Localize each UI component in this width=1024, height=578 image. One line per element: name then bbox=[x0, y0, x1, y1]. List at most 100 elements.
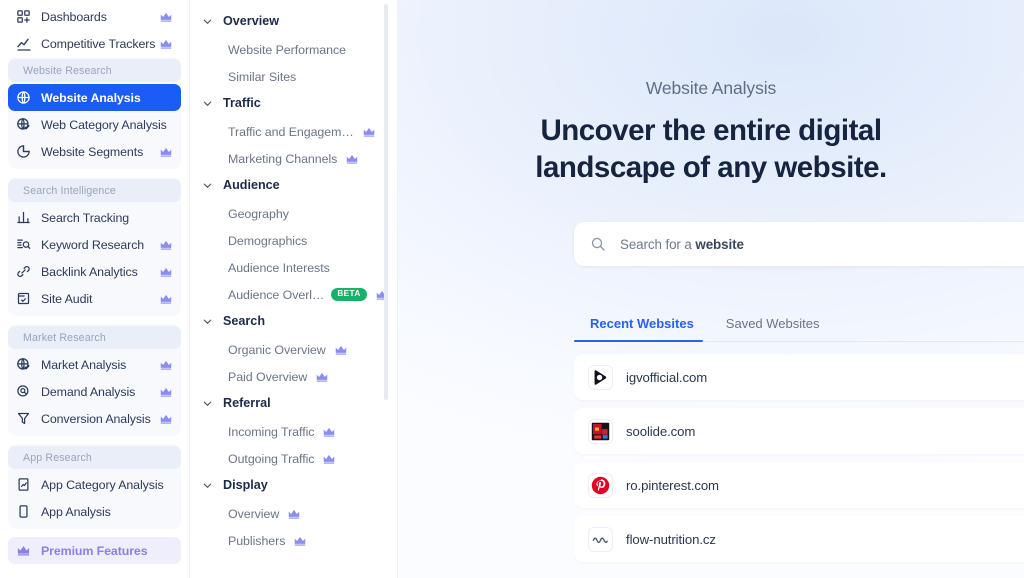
subnav-section-search[interactable]: Search bbox=[190, 308, 398, 334]
secondary-nav-scrollbar[interactable] bbox=[384, 4, 388, 400]
magnifier-circle-icon bbox=[15, 383, 32, 400]
crown-icon bbox=[322, 452, 336, 466]
tab-saved-websites[interactable]: Saved Websites bbox=[710, 316, 836, 342]
globe-check-icon bbox=[15, 116, 32, 133]
primary-sidebar: Dashboards Competitive Trackers Website … bbox=[0, 0, 190, 578]
subnav-section-display[interactable]: Display bbox=[190, 472, 398, 498]
subnav-item-label: Demographics bbox=[228, 233, 308, 248]
sidebar-group-title: Market Research bbox=[8, 326, 181, 349]
recent-websites-list: igvofficial.com soolide.com ro.pinterest… bbox=[398, 342, 1024, 563]
crown-icon bbox=[159, 265, 173, 279]
sidebar-item-website-analysis[interactable]: Website Analysis bbox=[8, 84, 181, 111]
subnav-item-audience-interests[interactable]: Audience Interests bbox=[190, 254, 398, 281]
crown-icon bbox=[159, 238, 173, 252]
sidebar-group-website-research: Website Research Website Analysis Web Ca… bbox=[8, 57, 181, 169]
sidebar-item-website-segments[interactable]: Website Segments bbox=[8, 138, 181, 165]
crown-icon bbox=[159, 412, 173, 426]
subnav-item-paid-overview[interactable]: Paid Overview bbox=[190, 363, 398, 390]
subnav-item-outgoing-traffic[interactable]: Outgoing Traffic bbox=[190, 445, 398, 472]
sidebar-item-label: Premium Features bbox=[41, 543, 148, 558]
subnav-item-website-performance[interactable]: Website Performance bbox=[190, 36, 398, 63]
play-triangle-icon bbox=[588, 364, 613, 390]
subnav-section-referral[interactable]: Referral bbox=[190, 390, 398, 416]
search-icon bbox=[590, 236, 607, 253]
list-item[interactable]: flow-nutrition.cz bbox=[574, 516, 1024, 563]
search-placeholder-strong: website bbox=[695, 236, 744, 252]
sidebar-item-label: Competitive Trackers bbox=[41, 36, 156, 51]
subnav-section-overview[interactable]: Overview bbox=[190, 8, 398, 34]
crown-icon bbox=[159, 37, 173, 51]
crown-icon bbox=[345, 152, 359, 166]
sidebar-item-keyword-research[interactable]: Keyword Research bbox=[8, 231, 181, 258]
sidebar-item-label: App Analysis bbox=[41, 504, 111, 519]
sidebar-item-app-analysis[interactable]: App Analysis bbox=[8, 498, 181, 525]
subnav-item-label: Publishers bbox=[228, 533, 286, 548]
subnav-item-marketing-channels[interactable]: Marketing Channels bbox=[190, 145, 398, 172]
hero-section: Website Analysis Uncover the entire digi… bbox=[398, 0, 1024, 186]
chevron-down-icon bbox=[202, 16, 215, 27]
sidebar-item-app-category-analysis[interactable]: App Category Analysis bbox=[8, 471, 181, 498]
website-tabs: Recent Websites Saved Websites bbox=[398, 316, 1024, 343]
subnav-item-display-overview[interactable]: Overview bbox=[190, 500, 398, 527]
subnav-item-label: Audience Overl… bbox=[228, 287, 325, 302]
sidebar-item-backlink-analytics[interactable]: Backlink Analytics bbox=[8, 258, 181, 285]
main-content: Website Analysis Uncover the entire digi… bbox=[398, 0, 1024, 578]
dashboards-icon bbox=[15, 8, 32, 25]
sidebar-top-block: Dashboards Competitive Trackers bbox=[8, 0, 181, 57]
subnav-item-demographics[interactable]: Demographics bbox=[190, 227, 398, 254]
list-item[interactable]: soolide.com bbox=[574, 408, 1024, 455]
subnav-item-label: Geography bbox=[228, 206, 289, 221]
app-root: Dashboards Competitive Trackers Website … bbox=[0, 0, 1024, 578]
sidebar-item-search-tracking[interactable]: Search Tracking bbox=[8, 204, 181, 231]
subnav-item-incoming-traffic[interactable]: Incoming Traffic bbox=[190, 418, 398, 445]
website-domain: flow-nutrition.cz bbox=[626, 531, 716, 547]
subnav-section-title: Overview bbox=[223, 14, 280, 28]
sidebar-item-web-category-analysis[interactable]: Web Category Analysis bbox=[8, 111, 181, 138]
subnav-item-label: Similar Sites bbox=[228, 69, 297, 84]
list-item[interactable]: igvofficial.com bbox=[574, 354, 1024, 401]
crown-icon bbox=[159, 10, 173, 24]
crown-icon bbox=[159, 145, 173, 159]
subnav-item-traffic-and-engagement[interactable]: Traffic and Engagem… bbox=[190, 118, 398, 145]
crown-icon bbox=[15, 542, 32, 559]
subnav-item-geography[interactable]: Geography bbox=[190, 200, 398, 227]
subnav-section-traffic[interactable]: Traffic bbox=[190, 90, 398, 116]
sidebar-item-label: Keyword Research bbox=[41, 237, 145, 252]
pie-segment-icon bbox=[15, 143, 32, 160]
subnav-item-label: Overview bbox=[228, 506, 280, 521]
website-domain: soolide.com bbox=[626, 423, 696, 439]
crown-icon bbox=[293, 534, 307, 548]
app-chart-icon bbox=[15, 476, 32, 493]
subnav-item-audience-overlap[interactable]: Audience Overl… BETA bbox=[190, 281, 398, 308]
subnav-item-publishers[interactable]: Publishers bbox=[190, 527, 398, 554]
sidebar-item-competitive-trackers[interactable]: Competitive Trackers bbox=[8, 30, 181, 57]
sidebar-item-premium-features[interactable]: Premium Features bbox=[8, 537, 181, 564]
sidebar-item-label: Backlink Analytics bbox=[41, 264, 138, 279]
search-input[interactable]: Search for a website bbox=[574, 222, 1024, 267]
sidebar-item-market-analysis[interactable]: Market Analysis bbox=[8, 351, 181, 378]
subnav-section-audience[interactable]: Audience bbox=[190, 172, 398, 198]
tab-recent-websites[interactable]: Recent Websites bbox=[574, 316, 710, 342]
subnav-item-similar-sites[interactable]: Similar Sites bbox=[190, 63, 398, 90]
sidebar-item-label: Dashboards bbox=[41, 9, 107, 24]
beta-badge: BETA bbox=[331, 287, 367, 302]
crown-icon bbox=[159, 358, 173, 372]
sidebar-item-conversion-analysis[interactable]: Conversion Analysis bbox=[8, 405, 181, 432]
crown-icon bbox=[287, 507, 301, 521]
sidebar-item-demand-analysis[interactable]: Demand Analysis bbox=[8, 378, 181, 405]
subnav-item-organic-overview[interactable]: Organic Overview bbox=[190, 336, 398, 363]
subnav-item-label: Audience Interests bbox=[228, 260, 330, 275]
sidebar-group-search-intelligence: Search Intelligence Search Tracking Keyw… bbox=[8, 177, 181, 316]
crown-icon bbox=[159, 292, 173, 306]
funnel-icon bbox=[15, 410, 32, 427]
sidebar-item-dashboards[interactable]: Dashboards bbox=[8, 3, 181, 30]
subnav-section-title: Referral bbox=[223, 396, 271, 410]
pinterest-icon bbox=[588, 472, 613, 498]
list-item[interactable]: ro.pinterest.com bbox=[574, 462, 1024, 509]
sidebar-item-site-audit[interactable]: Site Audit bbox=[8, 285, 181, 312]
wave-icon bbox=[588, 526, 613, 552]
sidebar-item-label: App Category Analysis bbox=[41, 477, 164, 492]
sidebar-item-label: Website Segments bbox=[41, 144, 144, 159]
bar-chart-icon bbox=[15, 209, 32, 226]
chevron-down-icon bbox=[202, 480, 215, 491]
